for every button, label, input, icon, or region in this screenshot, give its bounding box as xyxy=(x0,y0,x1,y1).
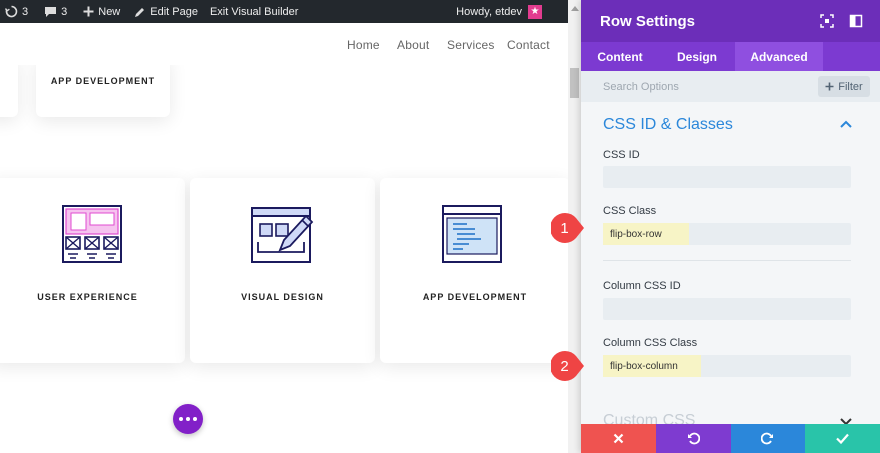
panel-header: Row Settings xyxy=(581,0,880,42)
updates-icon xyxy=(5,5,18,18)
filter-label: Filter xyxy=(838,80,863,93)
admin-bar: 3 3 New Edit Page Exit Visual Builder Ho… xyxy=(0,0,580,23)
undo-button[interactable] xyxy=(655,424,731,453)
filter-button[interactable]: Filter xyxy=(818,76,870,97)
save-button[interactable] xyxy=(805,424,880,453)
nav-contact[interactable]: Contact xyxy=(507,38,550,52)
redo-button[interactable] xyxy=(730,424,806,453)
css-id-field[interactable] xyxy=(603,166,851,188)
css-class-value: flip-box-row xyxy=(610,229,662,240)
column-css-class-field[interactable]: flip-box-column xyxy=(603,355,851,377)
cancel-button[interactable] xyxy=(581,424,656,453)
card-label: APP DEVELOPMENT xyxy=(50,76,156,86)
tab-content[interactable]: Content xyxy=(581,42,659,71)
card-label: USER EXPERIENCE xyxy=(37,292,138,302)
updates-menu[interactable]: 3 xyxy=(0,0,33,23)
css-id-label: CSS ID xyxy=(603,149,640,161)
new-label: New xyxy=(98,5,121,18)
split-view-icon[interactable] xyxy=(849,14,863,28)
column-css-class-label: Column CSS Class xyxy=(603,337,698,349)
nav-about[interactable]: About xyxy=(397,38,429,52)
panel-tabs: Content Design Advanced xyxy=(581,42,880,71)
row-settings-panel: Row Settings Content Design Advanced Sea… xyxy=(581,0,880,453)
edit-page-link[interactable]: Edit Page xyxy=(129,0,203,23)
card-visual-design[interactable]: VISUAL DESIGN xyxy=(190,178,375,363)
scroll-up-arrow-icon[interactable] xyxy=(571,6,579,11)
panel-action-bar xyxy=(581,424,880,453)
undo-icon xyxy=(687,432,700,445)
page-content: APP DEVELOPMENT USER EXPERIENCE VISUAL D… xyxy=(0,65,568,453)
nav-services[interactable]: Services xyxy=(447,38,495,52)
account-menu[interactable]: Howdy, etdev ★ xyxy=(451,0,580,23)
column-css-id-label: Column CSS ID xyxy=(603,280,681,292)
comments-count: 3 xyxy=(61,5,68,18)
redo-icon xyxy=(761,432,774,445)
section-title-css-id-classes[interactable]: CSS ID & Classes xyxy=(603,116,733,134)
search-options-bar[interactable]: Search Options Filter xyxy=(581,71,880,102)
marker-number: 2 xyxy=(560,357,569,375)
card-partial xyxy=(0,65,18,117)
plus-icon xyxy=(825,82,834,91)
more-options-button[interactable] xyxy=(173,404,203,434)
exit-label: Exit Visual Builder xyxy=(209,5,299,18)
site-header: Home About Services Contact xyxy=(0,23,568,65)
new-content-menu[interactable]: New xyxy=(78,0,125,23)
chevron-up-icon[interactable] xyxy=(840,120,852,128)
updates-count: 3 xyxy=(22,5,29,18)
tab-design[interactable]: Design xyxy=(659,42,735,71)
code-window-icon xyxy=(442,205,502,263)
design-pencil-icon xyxy=(251,207,314,263)
close-icon xyxy=(613,433,624,444)
scrollbar-thumb[interactable] xyxy=(570,68,579,98)
search-input[interactable]: Search Options xyxy=(603,81,679,93)
card-user-experience[interactable]: USER EXPERIENCE xyxy=(0,178,185,363)
callout-marker-1: 1 xyxy=(551,212,584,244)
greeting: Howdy, etdev xyxy=(456,5,522,18)
check-icon xyxy=(836,433,849,444)
comments-menu[interactable]: 3 xyxy=(39,0,72,23)
column-css-id-field[interactable] xyxy=(603,298,851,320)
divider xyxy=(603,260,851,261)
callout-marker-2: 2 xyxy=(551,350,584,382)
exit-visual-builder-link[interactable]: Exit Visual Builder xyxy=(205,0,303,23)
tab-advanced[interactable]: Advanced xyxy=(735,42,823,71)
avatar-icon: ★ xyxy=(528,4,542,19)
css-class-label: CSS Class xyxy=(603,205,657,217)
fullscreen-icon[interactable] xyxy=(820,14,834,28)
edit-page-label: Edit Page xyxy=(150,5,198,18)
wireframe-icon xyxy=(62,205,122,263)
comments-icon xyxy=(45,6,57,17)
card-app-development[interactable]: APP DEVELOPMENT xyxy=(380,178,568,363)
panel-title: Row Settings xyxy=(600,13,696,30)
edit-icon xyxy=(135,7,145,17)
column-css-class-value: flip-box-column xyxy=(610,361,678,372)
card-app-development-top[interactable]: APP DEVELOPMENT xyxy=(36,65,170,117)
nav-home[interactable]: Home xyxy=(347,38,380,52)
card-label: VISUAL DESIGN xyxy=(241,292,324,302)
plus-icon xyxy=(83,6,94,17)
css-class-field[interactable]: flip-box-row xyxy=(603,223,851,245)
marker-number: 1 xyxy=(560,219,569,237)
card-label: APP DEVELOPMENT xyxy=(422,292,528,302)
